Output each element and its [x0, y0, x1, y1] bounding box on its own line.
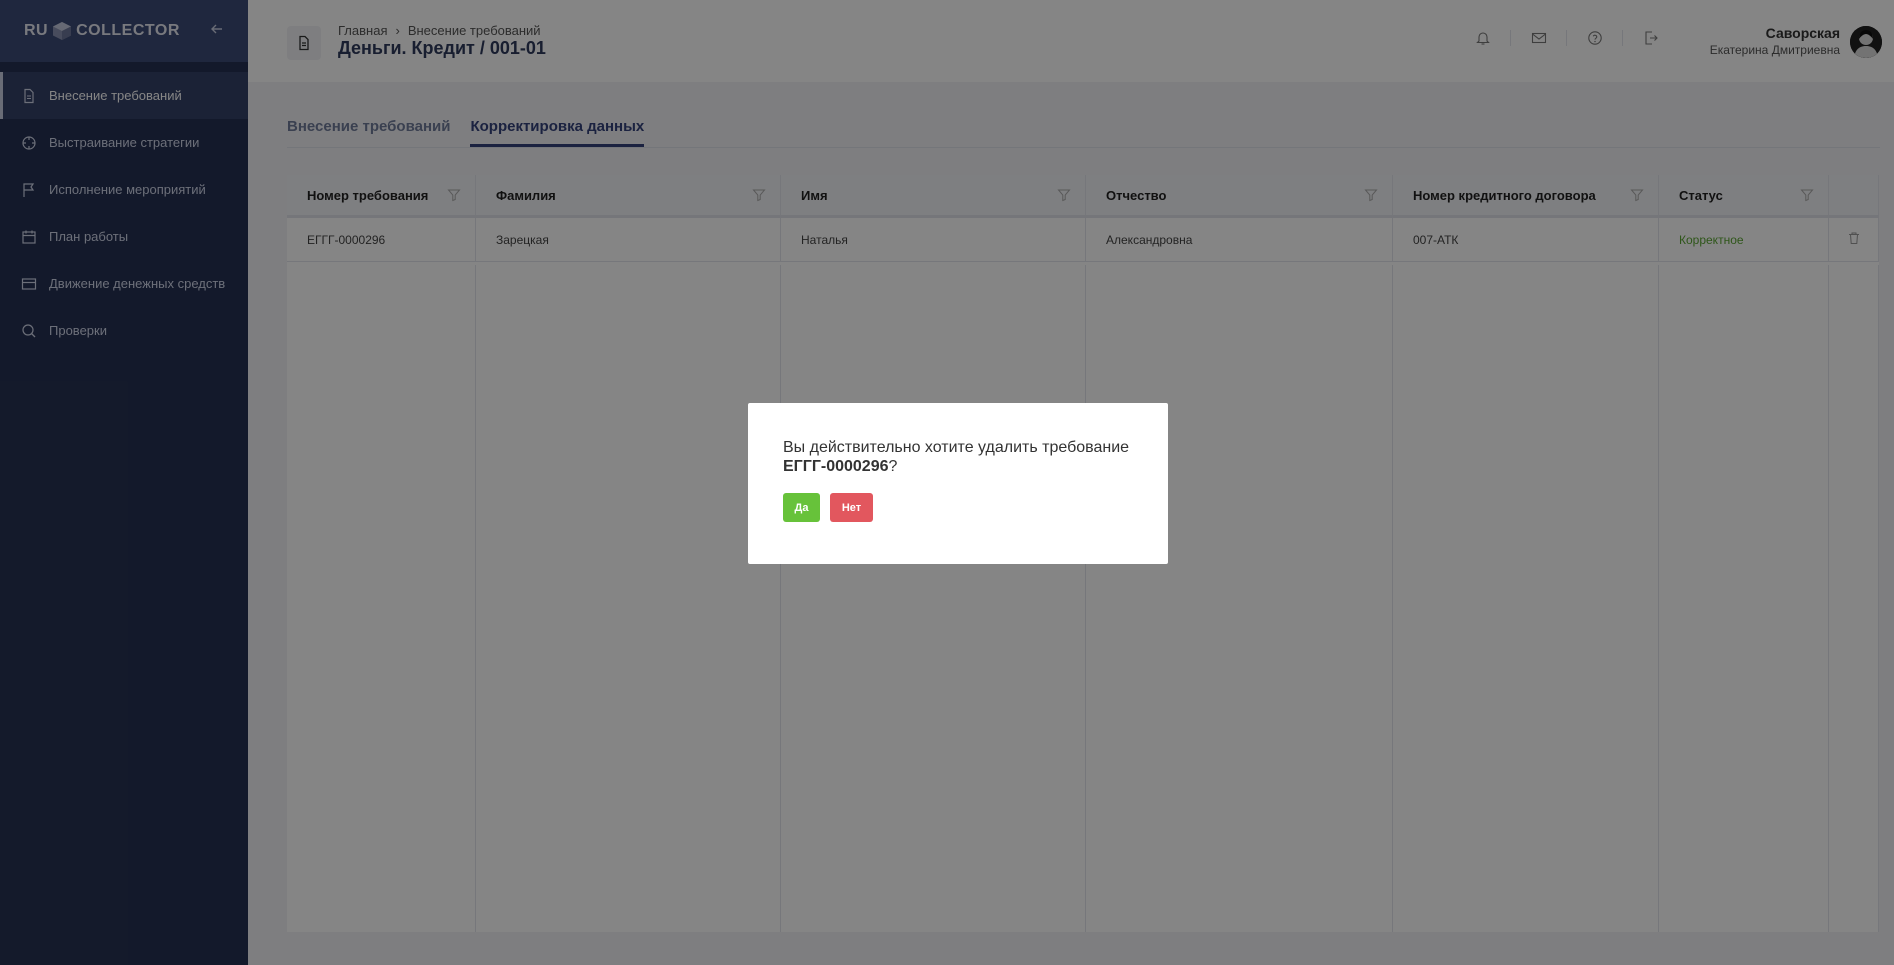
dialog-message: Вы действительно хотите удалить требован… [783, 438, 1133, 476]
dialog-actions: Да Нет [783, 493, 1133, 522]
yes-button[interactable]: Да [783, 493, 820, 522]
no-button[interactable]: Нет [830, 493, 873, 522]
delete-confirm-dialog: Вы действительно хотите удалить требован… [748, 403, 1168, 564]
dialog-requirement-code: ЕГГГ-0000296 [783, 458, 889, 475]
dialog-question: Вы действительно хотите удалить требован… [783, 439, 1130, 456]
dialog-question-mark: ? [888, 458, 898, 475]
